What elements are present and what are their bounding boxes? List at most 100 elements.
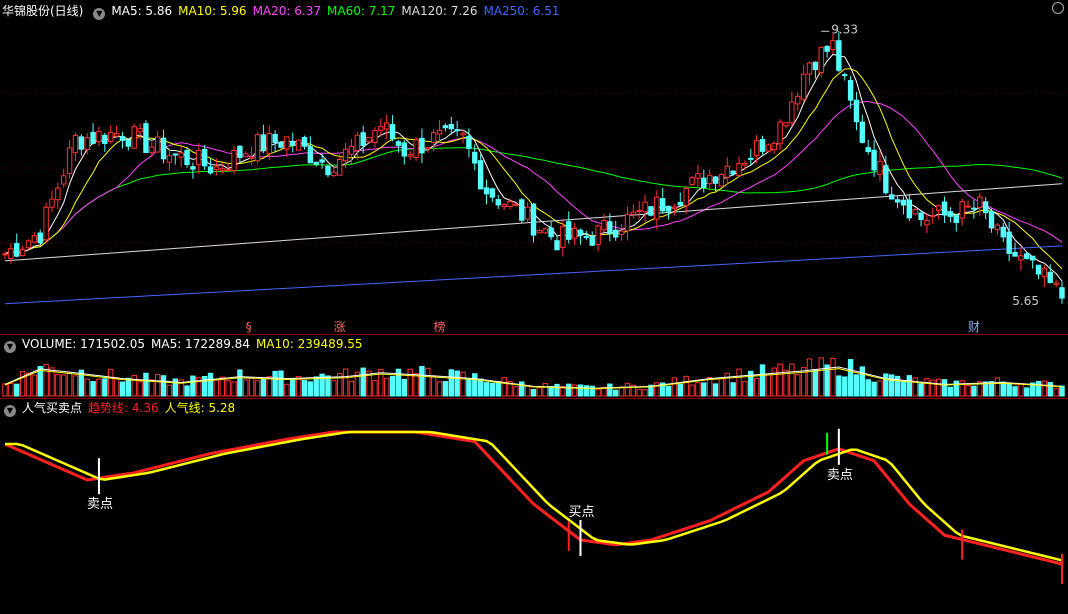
volume-bar bbox=[542, 383, 548, 397]
volume-bar bbox=[254, 380, 261, 397]
candle-body bbox=[125, 139, 132, 147]
volume-bar bbox=[284, 383, 290, 397]
volume-bar bbox=[90, 381, 96, 397]
candle-body bbox=[149, 146, 155, 153]
volume-bar bbox=[665, 385, 672, 397]
volume-bar bbox=[1047, 382, 1053, 397]
volume-bar bbox=[113, 377, 120, 397]
volume-bar bbox=[31, 374, 38, 397]
candle-body bbox=[935, 205, 942, 211]
candle-body bbox=[131, 126, 137, 149]
candle-body bbox=[630, 211, 637, 215]
candle-body bbox=[542, 228, 548, 234]
volume-bar bbox=[718, 378, 725, 397]
candle-body bbox=[965, 205, 971, 208]
candle-body bbox=[759, 139, 766, 152]
candle-body bbox=[783, 122, 789, 127]
candle-body bbox=[871, 149, 877, 171]
volume-bar bbox=[1018, 383, 1024, 397]
volume-bar bbox=[407, 368, 413, 397]
candle-body bbox=[906, 199, 913, 219]
candle-body bbox=[994, 224, 1001, 230]
volume-bar bbox=[654, 382, 660, 397]
candle-body bbox=[66, 147, 73, 174]
candle-body bbox=[683, 188, 689, 207]
volume-bar bbox=[325, 375, 331, 397]
candle-body bbox=[724, 165, 730, 178]
candle-body bbox=[1024, 253, 1030, 259]
candle-body bbox=[196, 150, 202, 166]
volume-bar bbox=[137, 381, 143, 397]
candle-body bbox=[360, 132, 366, 147]
event-marker: 涨 bbox=[334, 319, 346, 334]
volume-bar bbox=[536, 387, 543, 397]
candle-body bbox=[736, 162, 742, 176]
candle-body bbox=[19, 248, 26, 257]
candle-body bbox=[859, 121, 866, 143]
candle-body bbox=[477, 160, 484, 190]
volume-bar bbox=[941, 379, 948, 397]
candle-body bbox=[190, 166, 196, 170]
volume-bar bbox=[613, 389, 619, 397]
candle-body bbox=[1029, 255, 1036, 261]
candle-body bbox=[842, 74, 848, 77]
candle-body bbox=[677, 201, 684, 206]
candle-body bbox=[601, 220, 607, 231]
candle-body bbox=[941, 201, 948, 215]
candle-body bbox=[530, 203, 537, 236]
candle-body bbox=[988, 210, 995, 229]
volume-bar bbox=[566, 383, 572, 397]
volume-bar bbox=[671, 377, 678, 397]
candle-body bbox=[583, 236, 590, 239]
volume-bar bbox=[765, 374, 772, 397]
candle-body bbox=[407, 154, 413, 157]
volume-bar bbox=[231, 381, 237, 397]
volume-bar bbox=[1053, 388, 1059, 397]
candle-body bbox=[847, 79, 854, 101]
volume-bar bbox=[378, 369, 384, 397]
candle-body bbox=[1035, 264, 1042, 275]
candle-body bbox=[383, 122, 390, 130]
candle-body bbox=[701, 177, 707, 189]
candle-body bbox=[55, 187, 61, 201]
candle-body bbox=[789, 101, 795, 124]
volume-bar bbox=[830, 357, 836, 397]
candle-body bbox=[49, 198, 55, 208]
candle-body bbox=[460, 132, 466, 136]
candle-body bbox=[436, 129, 443, 135]
chart-canvas[interactable]: 9.33 5.65 § 涨 榜 财卖点买点 卖点 bbox=[0, 0, 1068, 614]
candle-body bbox=[730, 170, 736, 175]
candle-body bbox=[959, 201, 965, 219]
candle-body bbox=[830, 40, 836, 51]
volume-bar bbox=[448, 369, 454, 397]
volume-bar bbox=[166, 384, 173, 397]
candle-body bbox=[254, 134, 261, 162]
candle-body bbox=[483, 187, 490, 195]
candle-body bbox=[589, 236, 595, 246]
candle-body bbox=[519, 199, 525, 221]
volume-bar bbox=[947, 386, 954, 397]
candle-body bbox=[671, 206, 678, 209]
candle-body bbox=[947, 211, 954, 217]
volume-bar bbox=[466, 378, 472, 397]
volume-bar bbox=[460, 371, 466, 397]
volume-bar bbox=[789, 363, 795, 397]
candle-body bbox=[78, 136, 85, 150]
volume-bar bbox=[131, 375, 137, 397]
volume-bar bbox=[924, 378, 930, 397]
volume-bar bbox=[201, 376, 208, 397]
volume-bar bbox=[689, 384, 695, 397]
sell-signal-label: 卖点 bbox=[87, 497, 113, 512]
candle-body bbox=[618, 230, 625, 235]
candle-body bbox=[154, 136, 161, 153]
candle-body bbox=[301, 137, 308, 147]
trend-line bbox=[4, 430, 1063, 566]
volume-bar bbox=[795, 374, 801, 397]
volume-bar bbox=[624, 383, 631, 397]
volume-bar bbox=[372, 379, 378, 397]
candle-body bbox=[577, 229, 584, 236]
candle-body bbox=[771, 142, 777, 151]
volume-bar bbox=[307, 381, 314, 397]
candle-body bbox=[554, 240, 560, 251]
volume-bar bbox=[683, 375, 689, 397]
